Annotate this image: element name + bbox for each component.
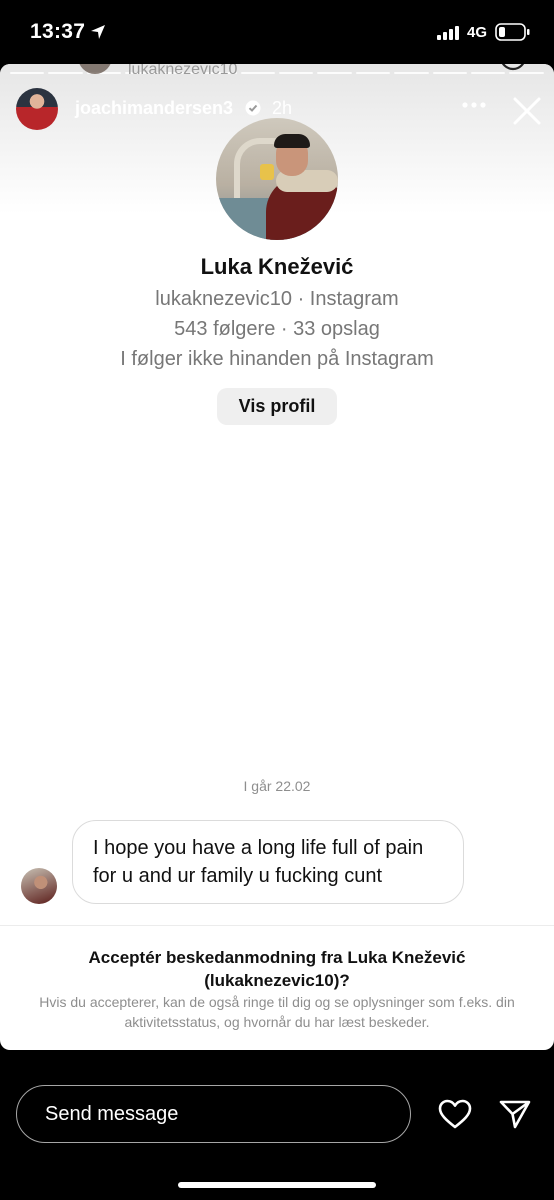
progress-segment	[432, 72, 468, 74]
send-icon[interactable]	[499, 1099, 531, 1129]
status-time: 13:37	[30, 20, 86, 43]
heart-icon[interactable]	[438, 1099, 472, 1129]
close-icon[interactable]	[512, 96, 542, 126]
progress-segment	[48, 72, 83, 74]
sender-avatar[interactable]	[21, 868, 57, 904]
progress-segment	[317, 72, 352, 74]
profile-relation: I følger ikke hinanden på Instagram	[120, 348, 434, 370]
battery-icon	[495, 23, 530, 41]
background-story-username: lukaknezevic10	[128, 64, 238, 78]
request-info: Hvis du accepterer, kan de også ringe ti…	[39, 994, 515, 1030]
progress-segment	[278, 72, 314, 74]
story-card: lukaknezevic10 joachimandersen3 2h Luka …	[0, 64, 554, 1050]
home-indicator	[178, 1182, 376, 1188]
network-label: 4G	[467, 24, 488, 41]
progress-segment	[355, 72, 391, 74]
progress-segment	[509, 72, 544, 74]
profile-photo[interactable]	[216, 118, 338, 240]
background-more-icon	[501, 64, 525, 71]
poster-avatar[interactable]	[16, 88, 58, 130]
more-options-icon[interactable]	[461, 101, 487, 109]
verified-badge-icon	[245, 100, 261, 116]
profile-name: Luka Knežević	[200, 254, 354, 279]
progress-segment	[10, 72, 45, 74]
progress-segment	[471, 72, 506, 74]
view-profile-button[interactable]: Vis profil	[217, 388, 337, 425]
progress-segment	[240, 72, 275, 74]
profile-stats: 543 følgere · 33 opslag	[174, 318, 380, 340]
signal-bars-icon	[437, 26, 459, 40]
profile-handle: lukaknezevic10 · Instagram	[155, 288, 399, 310]
progress-segment	[394, 72, 429, 74]
post-time: 2h	[272, 98, 293, 118]
poster-username[interactable]: joachimandersen3	[75, 98, 233, 119]
message-date: I går 22.02	[243, 778, 311, 794]
send-message-input[interactable]	[16, 1085, 411, 1143]
message-text: I hope you have a long life full of pain…	[93, 837, 424, 887]
status-bar: 13:37 4G	[0, 0, 554, 64]
message-bubble[interactable]: I hope you have a long life full of pain…	[72, 820, 464, 904]
location-arrow-icon	[91, 25, 105, 39]
divider	[0, 925, 554, 926]
request-title: Acceptér beskedanmodning fra Luka Knežev…	[88, 948, 466, 990]
